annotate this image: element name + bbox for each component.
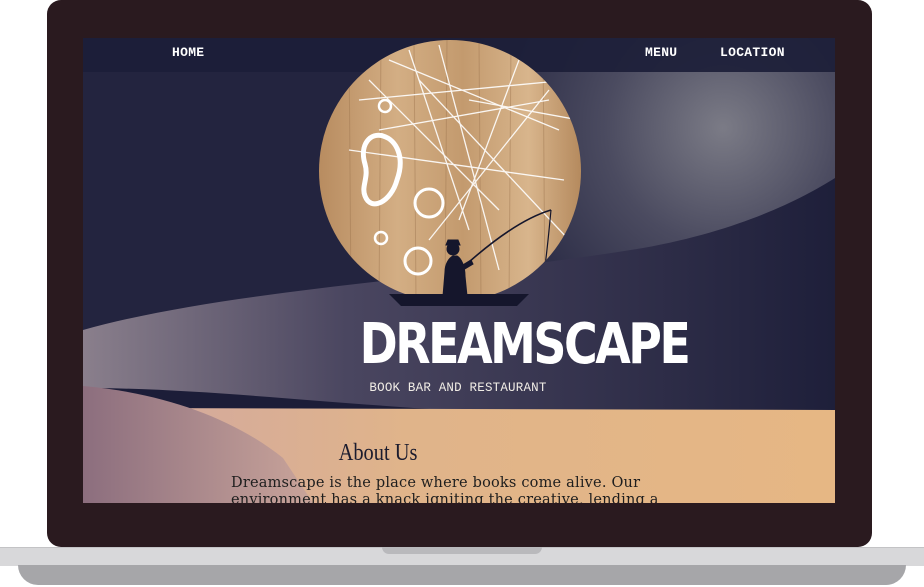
boat-icon	[389, 294, 529, 306]
about-paragraph: Dreamscape is the place where books come…	[231, 475, 659, 503]
laptop-notch	[382, 547, 542, 554]
nav-home-link[interactable]: HOME	[172, 38, 204, 68]
laptop-base-bottom	[18, 565, 906, 585]
brand-subtitle: BOOK BAR AND RESTAURANT	[369, 381, 547, 395]
nav-menu-link[interactable]: MENU	[645, 38, 677, 68]
about-heading: About Us	[338, 440, 418, 466]
website-screen: HOME MENU LOCATION DREAMSCAPE BOOK BAR A…	[83, 38, 835, 503]
nav-location-link[interactable]: LOCATION	[720, 38, 785, 68]
moon-logo	[319, 40, 581, 302]
brand-title: DREAMSCAPE	[359, 312, 691, 377]
